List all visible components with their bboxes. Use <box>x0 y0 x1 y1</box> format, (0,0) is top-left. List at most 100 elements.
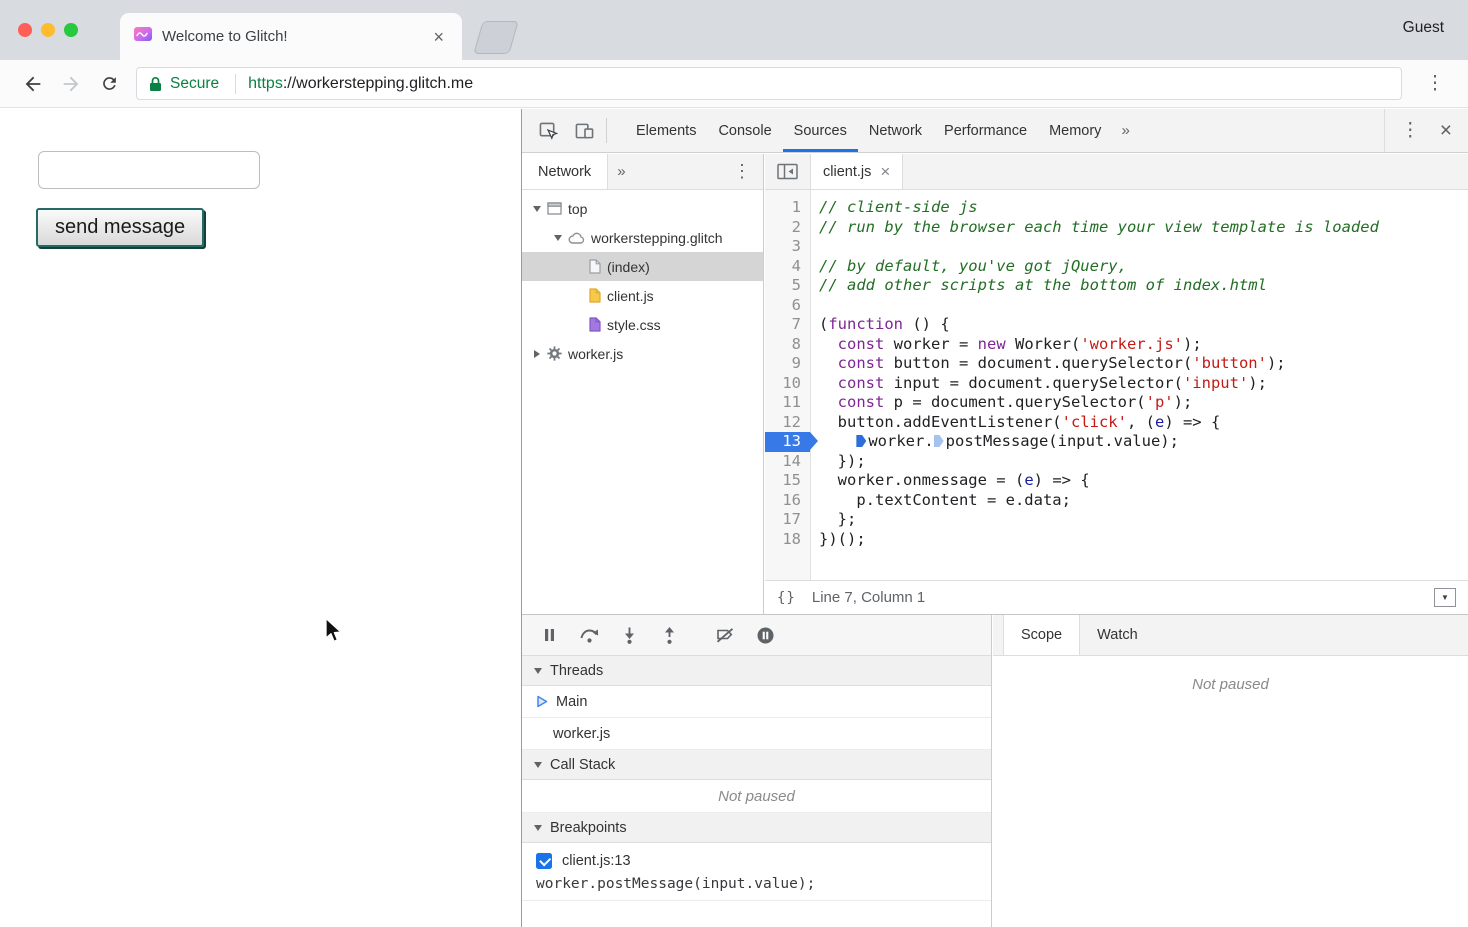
step-into-icon[interactable] <box>612 618 646 652</box>
devtools-tab-performance[interactable]: Performance <box>933 109 1038 152</box>
pause-icon[interactable] <box>532 618 566 652</box>
tree-item-label: top <box>568 201 587 217</box>
pause-on-exceptions-icon[interactable] <box>748 618 782 652</box>
code-lines: // client-side js// run by the browser e… <box>811 190 1468 580</box>
breakpoint-checkbox[interactable] <box>536 853 552 869</box>
pretty-print-icon[interactable]: {} <box>777 590 796 606</box>
tree-item-client.js[interactable]: client.js <box>522 281 763 310</box>
line-number[interactable]: 6 <box>765 296 810 316</box>
window-close-button[interactable] <box>18 23 32 37</box>
devtools-menu-icon[interactable]: ⋮ <box>1391 121 1430 140</box>
line-number[interactable]: 5 <box>765 276 810 296</box>
line-number[interactable]: 1 <box>765 198 810 218</box>
expand-closed-icon[interactable] <box>530 350 544 358</box>
expand-open-icon[interactable] <box>551 235 565 241</box>
back-button[interactable] <box>14 65 52 103</box>
panel-tab-watch[interactable]: Watch <box>1080 615 1155 655</box>
line-number[interactable]: 11 <box>765 393 810 413</box>
line-number[interactable]: 14 <box>765 452 810 472</box>
editor-tab-close-icon[interactable]: × <box>880 163 890 180</box>
tree-item-top[interactable]: top <box>522 194 763 223</box>
code-line <box>819 237 1468 257</box>
line-number[interactable]: 17 <box>765 510 810 530</box>
lock-icon <box>149 76 162 92</box>
inspect-element-icon[interactable] <box>530 109 566 152</box>
address-bar[interactable]: Secure https://workerstepping.glitch.me <box>136 67 1402 100</box>
line-number[interactable]: 9 <box>765 354 810 374</box>
new-tab-button[interactable] <box>473 21 518 54</box>
hide-navigator-icon[interactable] <box>765 154 811 189</box>
debugger-toolbar <box>522 615 991 656</box>
gear-icon <box>547 346 562 361</box>
step-out-icon[interactable] <box>652 618 686 652</box>
tree-item-worker.js[interactable]: worker.js <box>522 339 763 368</box>
device-toolbar-icon[interactable] <box>566 109 602 152</box>
line-number[interactable]: 18 <box>765 530 810 550</box>
line-number[interactable]: 2 <box>765 218 810 238</box>
thread-row-main[interactable]: Main <box>522 686 991 718</box>
window-minimize-button[interactable] <box>41 23 55 37</box>
devtools-panel: ElementsConsoleSourcesNetworkPerformance… <box>521 109 1468 927</box>
line-number[interactable]: 10 <box>765 374 810 394</box>
tree-item-style.css[interactable]: style.css <box>522 310 763 339</box>
line-number[interactable]: 4 <box>765 257 810 277</box>
message-input[interactable] <box>38 151 260 189</box>
panel-tab-scope[interactable]: Scope <box>1003 615 1080 655</box>
more-tabs-chevron-icon[interactable]: » <box>1112 109 1138 152</box>
doc-gray-icon <box>589 259 601 274</box>
tab-title: Welcome to Glitch! <box>162 28 419 45</box>
glitch-favicon-icon <box>134 27 152 46</box>
tree-item-index[interactable]: (index) <box>522 252 763 281</box>
code-gutter: 123456789101112131415161718 <box>765 190 811 580</box>
code-line: }; <box>819 510 1468 530</box>
line-number[interactable]: 16 <box>765 491 810 511</box>
inline-breakpoint-marker-active-icon[interactable] <box>856 435 866 447</box>
window-zoom-button[interactable] <box>64 23 78 37</box>
line-number[interactable]: 3 <box>765 237 810 257</box>
thread-label: Main <box>556 694 587 710</box>
devtools-tab-elements[interactable]: Elements <box>625 109 707 152</box>
sidebar-menu-icon[interactable]: ⋮ <box>721 154 763 189</box>
forward-button[interactable] <box>52 65 90 103</box>
send-message-button[interactable]: send message <box>36 208 204 247</box>
reload-button[interactable] <box>90 65 128 103</box>
inline-breakpoint-marker-icon[interactable] <box>934 435 944 447</box>
line-number[interactable]: 12 <box>765 413 810 433</box>
devtools-close-icon[interactable]: × <box>1430 120 1462 141</box>
deactivate-breakpoints-icon[interactable] <box>708 618 742 652</box>
devtools-tab-console[interactable]: Console <box>707 109 782 152</box>
breakpoint-entry[interactable]: client.js:13 <box>522 843 991 873</box>
call-stack-section-header[interactable]: Call Stack <box>522 750 991 780</box>
step-over-icon[interactable] <box>572 618 606 652</box>
debugger-right-pane: ScopeWatch Not paused <box>993 615 1468 927</box>
browser-tab[interactable]: Welcome to Glitch! × <box>120 13 462 60</box>
profile-label[interactable]: Guest <box>1403 19 1444 37</box>
source-editor: client.js × 123456789101112131415161718 … <box>765 154 1468 614</box>
browser-menu-button[interactable]: ⋮ <box>1416 65 1454 103</box>
breakpoints-dock-icon[interactable]: ▼ <box>1434 588 1456 607</box>
devtools-tab-memory[interactable]: Memory <box>1038 109 1112 152</box>
line-number[interactable]: 7 <box>765 315 810 335</box>
tab-close-icon[interactable]: × <box>429 26 448 48</box>
code-line: worker.onmessage = (e) => { <box>819 471 1468 491</box>
breakpoint-line-number[interactable]: 13 <box>765 432 810 452</box>
editor-tab-clientjs[interactable]: client.js × <box>811 154 903 189</box>
expand-open-icon[interactable] <box>530 206 544 212</box>
sidebar-more-tabs-chevron-icon[interactable]: » <box>608 154 634 189</box>
line-number[interactable]: 15 <box>765 471 810 491</box>
url-rest: ://workerstepping.glitch.me <box>283 75 473 92</box>
call-stack-header-label: Call Stack <box>550 757 615 773</box>
breakpoints-section-header[interactable]: Breakpoints <box>522 813 991 843</box>
line-number[interactable]: 8 <box>765 335 810 355</box>
sidebar-tab-network[interactable]: Network <box>522 154 608 189</box>
threads-section-header[interactable]: Threads <box>522 656 991 686</box>
url-text[interactable]: https://workerstepping.glitch.me <box>248 75 473 93</box>
sidebar-header: Network » ⋮ <box>522 154 763 190</box>
devtools-tab-sources[interactable]: Sources <box>783 109 858 152</box>
scope-watch-tabs: ScopeWatch <box>993 615 1468 656</box>
breakpoints-list: client.js:13worker.postMessage(input.val… <box>522 843 991 901</box>
devtools-tab-network[interactable]: Network <box>858 109 933 152</box>
collapse-triangle-icon <box>534 762 542 768</box>
thread-row-workerjs[interactable]: worker.js <box>522 718 991 750</box>
tree-item-workerstepping.glitch[interactable]: workerstepping.glitch <box>522 223 763 252</box>
